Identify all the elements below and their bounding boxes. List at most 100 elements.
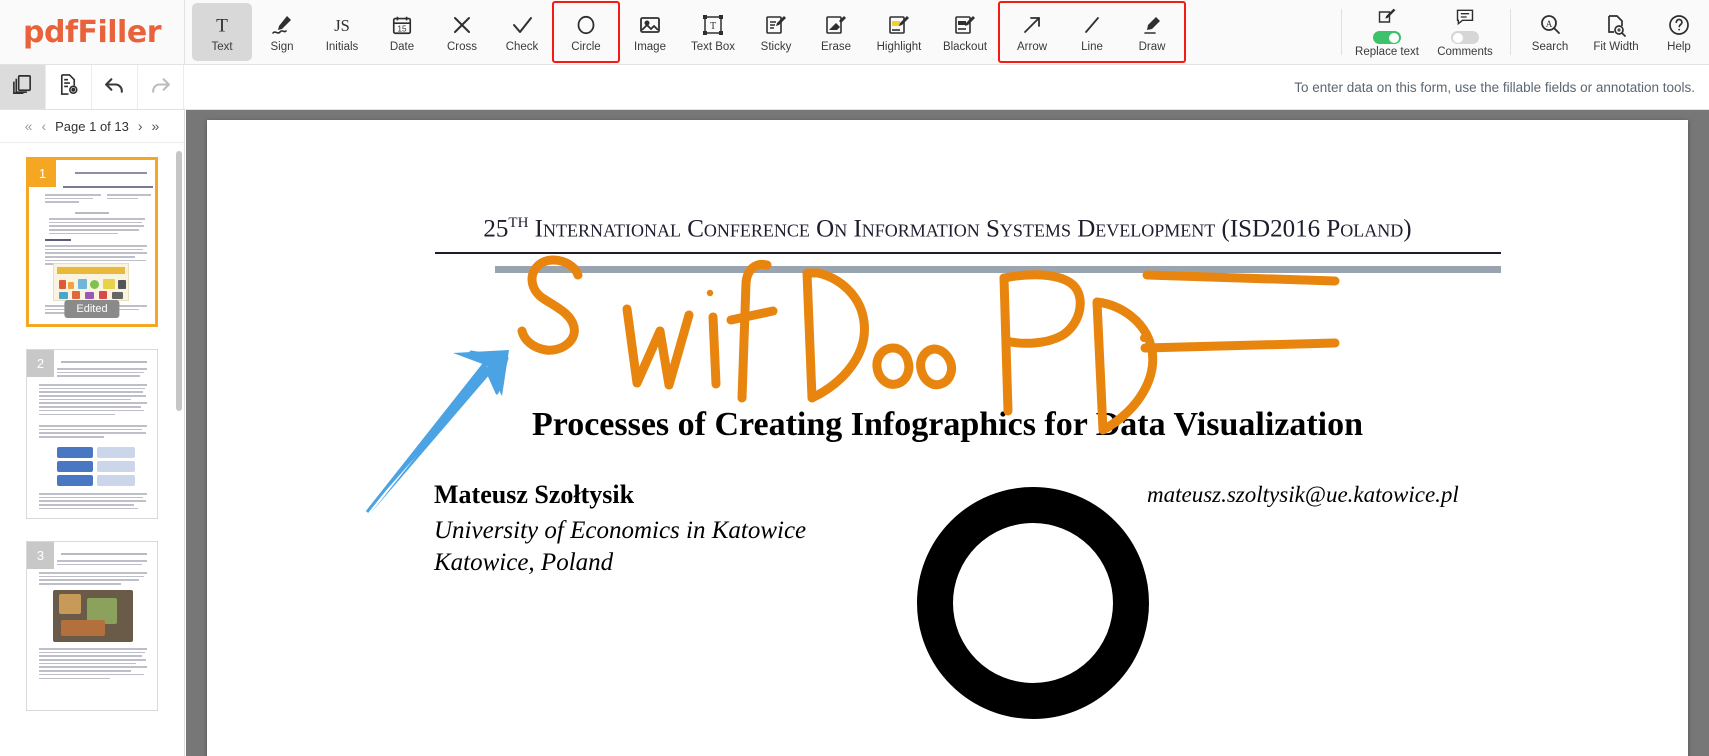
comments-switch[interactable] xyxy=(1451,31,1479,44)
conference-prefix: 25 xyxy=(483,215,509,243)
svg-text:JS: JS xyxy=(334,16,350,35)
author-name: Mateusz Szołtysik xyxy=(434,480,635,509)
erase-icon xyxy=(824,12,848,38)
tool-text[interactable]: T Text xyxy=(192,3,252,61)
tool-date[interactable]: 15 Date xyxy=(372,3,432,61)
toolbar-right-zone: Replace text Comments A Search Fit Width… xyxy=(1335,0,1709,64)
text-box-icon: T xyxy=(701,12,725,38)
sidebar-scrollbar[interactable] xyxy=(176,151,182,411)
thumbnail-item[interactable]: 3 xyxy=(26,541,158,711)
affiliation-line-2: Katowice, Poland xyxy=(434,549,614,576)
tool-label: Draw xyxy=(1138,40,1166,53)
highlight-icon xyxy=(887,12,911,38)
tool-label: Text Box xyxy=(690,40,736,53)
tool-label: Text xyxy=(211,40,233,53)
toggle-replace-text[interactable]: Replace text xyxy=(1348,3,1426,61)
circle-tool-highlight-box: Circle xyxy=(552,1,620,63)
tool-erase[interactable]: Erase xyxy=(806,3,866,61)
redo-button[interactable] xyxy=(138,65,184,109)
svg-text:T: T xyxy=(216,15,228,36)
paper-title: Processes of Creating Infographics for D… xyxy=(531,406,1364,443)
chevron-left-icon[interactable]: ‹ xyxy=(41,118,46,134)
tool-label: Sign xyxy=(270,40,294,53)
sticky-note-icon xyxy=(764,12,788,38)
image-icon xyxy=(638,12,662,38)
page-number-badge: 1 xyxy=(29,160,56,187)
tool-cross[interactable]: Cross xyxy=(432,3,492,61)
handwritten-text-annotation xyxy=(517,255,1340,435)
tool-label: Circle xyxy=(571,40,601,53)
tool-label: Line xyxy=(1081,40,1103,53)
thumbnail-item[interactable]: 1 Edited xyxy=(26,157,158,327)
cross-icon xyxy=(450,12,474,38)
document-settings-button[interactable] xyxy=(46,65,92,109)
sign-icon xyxy=(270,12,294,38)
tool-label: Check xyxy=(505,40,539,53)
pdf-page-1[interactable]: 25TH International Conference On Informa… xyxy=(207,120,1688,756)
toggle-label: Replace text xyxy=(1355,46,1419,58)
line-icon xyxy=(1080,12,1104,38)
initials-icon: JS xyxy=(329,12,355,38)
brand-label: pdfFiller xyxy=(23,14,162,50)
thumbnail-item[interactable]: 2 xyxy=(26,349,158,519)
affiliation-line-1: University of Economics in Katowice xyxy=(434,517,807,544)
tool-fit-width[interactable]: Fit Width xyxy=(1583,3,1649,61)
redo-icon xyxy=(148,72,173,102)
blackout-icon xyxy=(953,12,977,38)
header-rule-thick xyxy=(495,266,1501,273)
tool-blackout[interactable]: Blackout xyxy=(932,3,998,61)
tool-sign[interactable]: Sign xyxy=(252,3,312,61)
tool-label: Help xyxy=(1667,40,1691,53)
tool-highlight[interactable]: Highlight xyxy=(866,3,932,61)
circle-icon xyxy=(574,12,598,38)
chevron-double-right-icon[interactable]: » xyxy=(152,118,160,134)
page-thumbnail-3[interactable]: 3 xyxy=(26,541,158,711)
comments-icon xyxy=(1454,6,1476,28)
pages-sidebar: « ‹ Page 1 of 13 › » 1 Edited 2 3 xyxy=(0,110,185,756)
conference-ordinal-suffix: TH xyxy=(508,215,529,231)
tool-label: Image xyxy=(634,40,666,53)
chevron-right-icon[interactable]: › xyxy=(138,118,143,134)
undo-icon xyxy=(102,72,127,102)
undo-button[interactable] xyxy=(92,65,138,109)
arrow-icon xyxy=(1020,12,1044,38)
draw-icon xyxy=(1140,12,1164,38)
black-circle-annotation xyxy=(917,487,1149,719)
page-number-badge: 3 xyxy=(27,542,54,569)
check-icon xyxy=(510,12,534,38)
replace-text-icon xyxy=(1376,6,1398,28)
help-icon xyxy=(1667,12,1691,38)
tool-help[interactable]: Help xyxy=(1649,3,1709,61)
thumbnail-list[interactable]: 1 Edited 2 3 xyxy=(0,143,184,756)
tool-text-box[interactable]: T Text Box xyxy=(680,3,746,61)
tool-check[interactable]: Check xyxy=(492,3,552,61)
tool-circle[interactable]: Circle xyxy=(556,3,616,61)
tool-label: Sticky xyxy=(760,40,792,53)
fit-width-icon xyxy=(1604,12,1628,38)
tool-image[interactable]: Image xyxy=(620,3,680,61)
tool-arrow[interactable]: Arrow xyxy=(1002,3,1062,61)
secondary-toolbar: To enter data on this form, use the fill… xyxy=(0,65,1709,110)
app-logo[interactable]: pdfFiller xyxy=(0,0,185,64)
tool-initials[interactable]: JS Initials xyxy=(312,3,372,61)
tool-search[interactable]: A Search xyxy=(1517,3,1583,61)
toggle-comments[interactable]: Comments xyxy=(1426,3,1504,61)
tool-label: Blackout xyxy=(942,40,988,53)
chevron-double-left-icon[interactable]: « xyxy=(25,118,33,134)
conference-title: International Conference On Information … xyxy=(534,215,1412,243)
tool-label: Highlight xyxy=(876,40,922,53)
date-icon: 15 xyxy=(391,12,413,38)
top-toolbar: pdfFiller T Text Sign JS Initials 15 Dat… xyxy=(0,0,1709,65)
page-thumbnail-2[interactable]: 2 xyxy=(26,349,158,519)
tool-label: Search xyxy=(1531,40,1569,53)
tool-label: Fit Width xyxy=(1593,40,1639,53)
pages-panel-button[interactable] xyxy=(0,65,46,109)
tool-line[interactable]: Line xyxy=(1062,3,1122,61)
tool-draw[interactable]: Draw xyxy=(1122,3,1182,61)
document-viewport[interactable]: 25TH International Conference On Informa… xyxy=(186,110,1709,756)
replace-text-switch[interactable] xyxy=(1373,31,1401,44)
edited-badge: Edited xyxy=(64,300,120,318)
page-thumbnail-1[interactable]: 1 Edited xyxy=(26,157,158,327)
tool-sticky[interactable]: Sticky xyxy=(746,3,806,61)
